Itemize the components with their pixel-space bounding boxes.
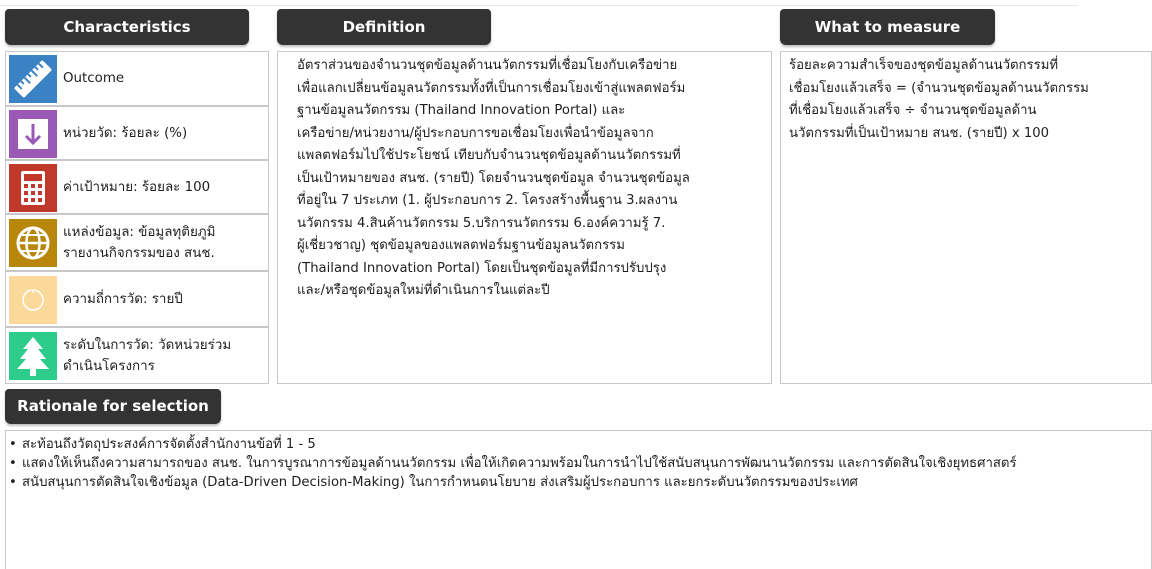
definition-line: เพื่อแลกเปลี่ยนข้อมูลนวัตกรรมทั้งที่เป็น…: [297, 80, 686, 96]
top-divider: [0, 5, 1078, 6]
measure-line: ที่เชื่อมโยงแล้วเสร็จ ÷ จำนวนชุดข้อมูลด้…: [789, 103, 1037, 118]
rationale-item: แสดงให้เห็นถึงความสามารถของ สนช. ในการบู…: [6, 454, 1145, 473]
characteristic-measure-level: ระดับในการวัด: วัดหน่วยร่วมดำเนินโครงการ: [5, 327, 269, 384]
definition-line: เครือข่าย/หน่วยงาน/ผู้ประกอบการขอเชื่อมโ…: [297, 125, 654, 141]
definition-line: อัตราส่วนของจำนวนชุดข้อมูลด้านนวัตกรรมที…: [297, 58, 678, 73]
definition-line: (Thailand Innovation Portal) โดยเป็นชุดข…: [297, 260, 667, 276]
what-to-measure-header: What to measure: [780, 9, 995, 45]
characteristics-header: Characteristics: [5, 9, 249, 45]
definition-line: เป็นเป้าหมายของ สนช. (รายปี) โดยจำนวนชุด…: [297, 170, 690, 186]
tree-icon: [9, 332, 57, 380]
characteristic-frequency: ความถี่การวัด: รายปี: [5, 271, 269, 327]
measure-line: นวัตกรรมที่เป็นเป้าหมาย สนช. (รายปี) x 1…: [789, 125, 1050, 141]
characteristic-target: ค่าเป้าหมาย: ร้อยละ 100: [5, 160, 269, 214]
globe-icon: [9, 219, 57, 267]
what-to-measure-text: ร้อยละความสำเร็จของชุดข้อมูลด้านนวัตกรรม…: [789, 55, 1149, 145]
definition-line: ฐานข้อมูลนวัตกรรม (Thailand Innovation P…: [297, 103, 626, 118]
clock-icon: [9, 276, 57, 324]
rationale-header: Rationale for selection: [5, 389, 221, 424]
calculator-icon: [9, 164, 57, 212]
definition-text: อัตราส่วนของจำนวนชุดข้อมูลด้านนวัตกรรมที…: [297, 55, 767, 303]
definition-header: Definition: [277, 9, 491, 45]
characteristic-label: ความถี่การวัด: รายปี: [63, 291, 183, 307]
characteristic-label: แหล่งข้อมูล: ข้อมูลทุติยภูมิ รายงานกิจกร…: [63, 224, 216, 261]
characteristic-label: ค่าเป้าหมาย: ร้อยละ 100: [63, 179, 211, 195]
definition-panel: อัตราส่วนของจำนวนชุดข้อมูลด้านนวัตกรรมที…: [277, 51, 772, 384]
rationale-item: สนับสนุนการตัดสินใจเชิงข้อมูล (Data-Driv…: [6, 473, 1145, 492]
characteristic-outcome: Outcome: [5, 51, 269, 106]
definition-line: แพลตฟอร์มไปใช้ประโยชน์ เทียบกับจำนวนชุดข…: [297, 148, 681, 163]
definition-line: ผู้เชี่ยวชาญ) ชุดข้อมูลของแพลตฟอร์มฐานข้…: [297, 238, 625, 253]
measure-line: เชื่อมโยงแล้วเสร็จ = (จำนวนชุดข้อมูลด้าน…: [789, 80, 1089, 96]
definition-line: ที่อยู่ใน 7 ประเภท (1. ผู้ประกอบการ 2. โ…: [297, 193, 678, 208]
rationale-panel: สะท้อนถึงวัตถุประสงค์การจัดตั้งสำนักงานข…: [5, 430, 1152, 569]
ruler-icon: [9, 55, 57, 103]
arrow-down-icon: [9, 110, 57, 158]
definition-line: นวัตกรรม 4.สินค้านวัตกรรม 5.บริการนวัตกร…: [297, 215, 666, 231]
rationale-item: สะท้อนถึงวัตถุประสงค์การจัดตั้งสำนักงานข…: [6, 435, 1145, 454]
characteristic-label: หน่วยวัด: ร้อยละ (%): [63, 125, 188, 141]
definition-line: และ/หรือชุดข้อมูลใหม่ที่ดำเนินการในแต่ละ…: [297, 283, 550, 298]
characteristic-label: Outcome: [63, 71, 125, 86]
characteristic-label: ระดับในการวัด: วัดหน่วยร่วมดำเนินโครงการ: [63, 337, 232, 374]
what-to-measure-panel: ร้อยละความสำเร็จของชุดข้อมูลด้านนวัตกรรม…: [780, 51, 1152, 384]
rationale-list: สะท้อนถึงวัตถุประสงค์การจัดตั้งสำนักงานข…: [6, 435, 1145, 492]
characteristic-data-source: แหล่งข้อมูล: ข้อมูลทุติยภูมิ รายงานกิจกร…: [5, 214, 269, 271]
characteristic-unit: หน่วยวัด: ร้อยละ (%): [5, 106, 269, 160]
measure-line: ร้อยละความสำเร็จของชุดข้อมูลด้านนวัตกรรม…: [789, 58, 1059, 73]
